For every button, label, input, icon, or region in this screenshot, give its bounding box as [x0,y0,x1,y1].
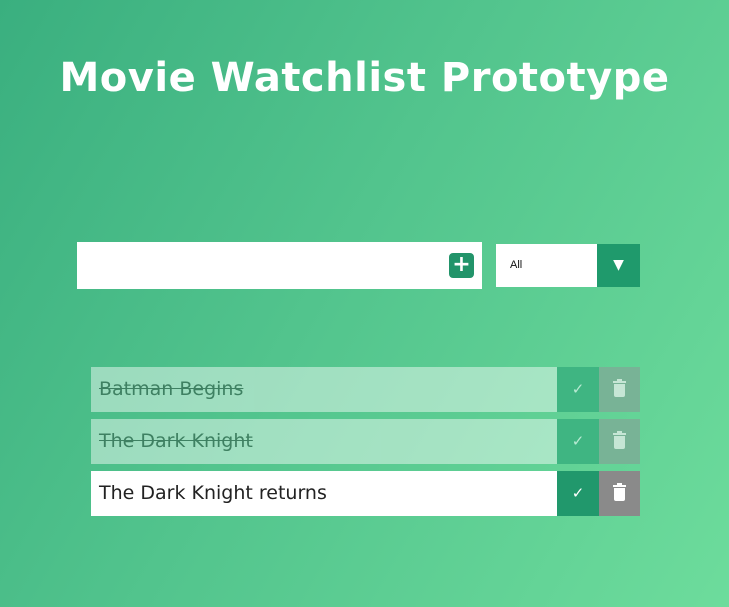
delete-button[interactable] [599,367,640,412]
complete-button[interactable]: ✓ [557,419,599,464]
check-icon: ✓ [571,432,585,450]
check-icon: ✓ [571,380,585,398]
movie-title: Batman Begins [91,367,557,412]
movie-item: The Dark Knight returns ✓ [91,471,640,516]
complete-button[interactable]: ✓ [557,471,599,516]
triangle-down-icon: ▼ [613,257,624,273]
filter-dropdown-toggle[interactable]: ▼ [597,244,640,287]
add-movie-button[interactable]: + [449,253,474,278]
movie-title-input[interactable] [77,242,437,289]
movie-title: The Dark Knight [91,419,557,464]
plus-icon: + [452,252,471,277]
complete-button[interactable]: ✓ [557,367,599,412]
filter-select[interactable]: All ▼ [496,244,640,287]
movie-input-container: + [77,242,482,289]
delete-button[interactable] [599,419,640,464]
page-title: Movie Watchlist Prototype [59,55,670,101]
movie-title: The Dark Knight returns [91,471,557,516]
trash-icon [613,379,626,397]
filter-selected-value: All [510,259,523,271]
movie-list: Batman Begins ✓ The Dark Knight ✓ The Da… [91,367,640,523]
delete-button[interactable] [599,471,640,516]
movie-item: The Dark Knight ✓ [91,419,640,464]
trash-icon [613,483,626,501]
movie-item: Batman Begins ✓ [91,367,640,412]
trash-icon [613,431,626,449]
check-icon: ✓ [571,484,585,502]
